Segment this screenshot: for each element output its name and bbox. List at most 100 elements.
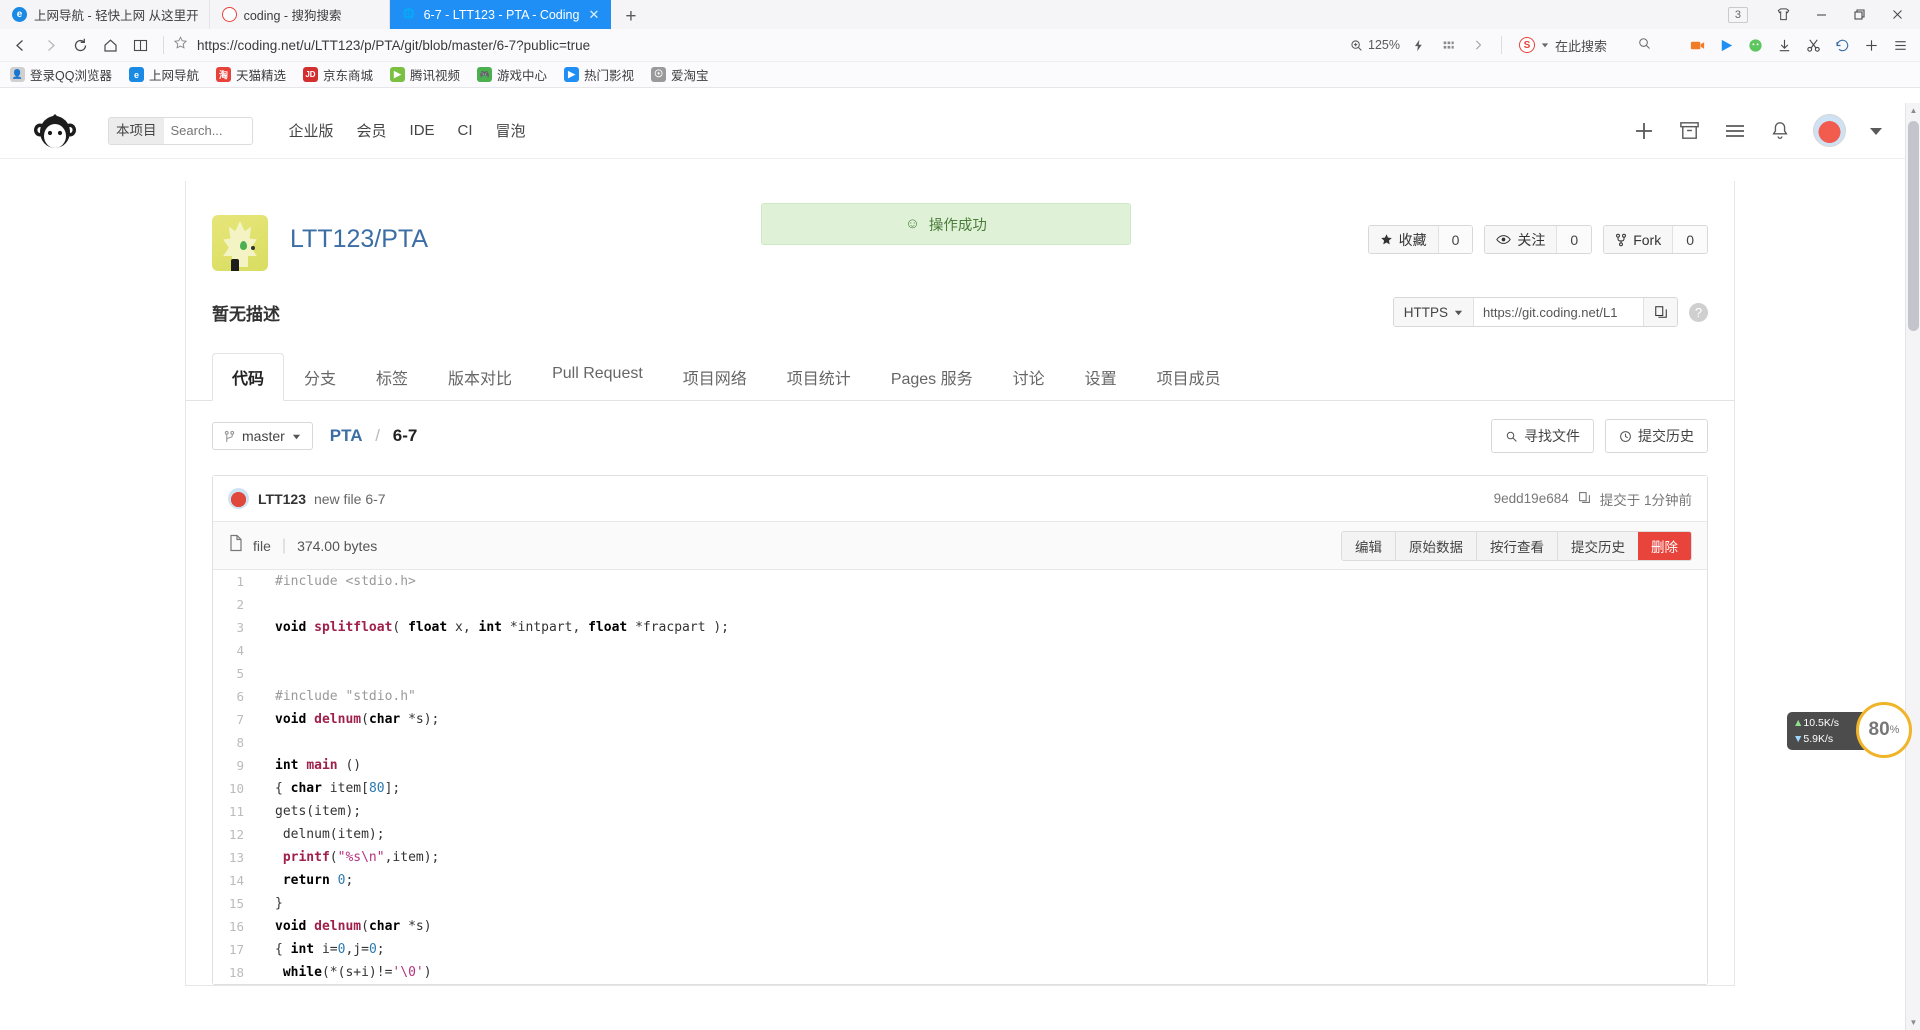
tab-tags[interactable]: 标签 xyxy=(356,353,428,401)
copy-icon[interactable] xyxy=(1578,491,1591,507)
menu-icon[interactable] xyxy=(1886,32,1914,58)
bookmark-game-center[interactable]: 🎮 游戏中心 xyxy=(477,65,547,84)
page-scrollbar[interactable]: ▲ ▼ xyxy=(1905,103,1920,1030)
bookmark-login-qq[interactable]: 👤 登录QQ浏览器 xyxy=(10,65,112,84)
browser-tab-title: 6-7 - LTT123 - PTA - Coding xyxy=(423,7,580,22)
tab-pages[interactable]: Pages 服务 xyxy=(871,353,993,401)
question-icon[interactable]: ? xyxy=(1689,302,1708,322)
search-icon[interactable] xyxy=(1637,36,1652,54)
search-input[interactable] xyxy=(163,123,252,138)
forward-icon[interactable] xyxy=(36,32,64,58)
watch-button-group[interactable]: 关注 0 xyxy=(1484,225,1593,254)
code-viewer[interactable]: 1 #include <stdio.h> 2 3 void splitfloat( fl… xyxy=(213,570,1707,984)
close-icon[interactable]: ✕ xyxy=(586,7,601,23)
maximize-button[interactable] xyxy=(1840,0,1878,29)
commit-history-button[interactable]: 提交历史 xyxy=(1605,419,1708,453)
copy-icon[interactable] xyxy=(1643,298,1677,326)
browser-tab-2[interactable]: 🌐 6-7 - LTT123 - PTA - Coding ✕ xyxy=(389,0,612,29)
scroll-down-arrow[interactable]: ▼ xyxy=(1906,1015,1920,1030)
star-button-group[interactable]: 收藏 0 xyxy=(1367,225,1474,254)
find-file-button[interactable]: 寻找文件 xyxy=(1491,419,1594,453)
line-number: 4 xyxy=(236,643,244,658)
nav-enterprise[interactable]: 企业版 xyxy=(289,120,334,141)
repo-title[interactable]: LTT123/PTA xyxy=(290,225,428,254)
breadcrumb-root[interactable]: PTA xyxy=(330,426,363,445)
plus-icon[interactable] xyxy=(1632,119,1656,143)
bookmark-tmall[interactable]: 淘 天猫精选 xyxy=(215,65,286,84)
minimize-button[interactable] xyxy=(1802,0,1840,29)
search-scope-label[interactable]: 本项目 xyxy=(109,117,164,144)
nav-ide[interactable]: IDE xyxy=(410,122,435,139)
bookmark-itaobao[interactable]: ☉ 爱淘宝 xyxy=(651,65,709,84)
tab-pull-request[interactable]: Pull Request xyxy=(532,353,663,401)
blame-button[interactable]: 按行查看 xyxy=(1476,531,1557,560)
star-icon[interactable] xyxy=(173,35,188,55)
reader-icon[interactable] xyxy=(126,32,154,58)
lightning-icon[interactable] xyxy=(1404,32,1432,58)
browser-toolbar: https://coding.net/u/LTT123/p/PTA/git/bl… xyxy=(0,29,1920,62)
tab-members[interactable]: 项目成员 xyxy=(1137,353,1241,401)
scrollbar-thumb[interactable] xyxy=(1908,121,1919,331)
scissors-icon[interactable] xyxy=(1799,32,1827,58)
tab-statistics[interactable]: 项目统计 xyxy=(767,353,871,401)
commit-author[interactable]: LTT123 xyxy=(258,491,306,507)
bell-icon[interactable] xyxy=(1769,120,1791,142)
branch-selector[interactable]: master xyxy=(212,422,313,450)
archive-icon[interactable] xyxy=(1678,119,1701,142)
list-icon[interactable] xyxy=(1723,119,1747,143)
reload-icon[interactable] xyxy=(66,32,94,58)
site-search[interactable]: 本项目 xyxy=(108,116,253,145)
address-bar[interactable]: https://coding.net/u/LTT123/p/PTA/git/bl… xyxy=(173,35,1347,55)
file-history-button[interactable]: 提交历史 xyxy=(1557,531,1638,560)
bookmark-hot-movies[interactable]: ▶ 热门影视 xyxy=(564,65,634,84)
browser-tab-0[interactable]: e 上网导航 - 轻快上网 从这里开 xyxy=(0,0,210,29)
tab-compare[interactable]: 版本对比 xyxy=(428,353,532,401)
tab-code[interactable]: 代码 xyxy=(212,353,285,401)
delete-button[interactable]: 删除 xyxy=(1638,531,1691,560)
fork-label: Fork xyxy=(1633,231,1662,248)
avatar[interactable] xyxy=(1813,114,1846,147)
watch-button[interactable]: 关注 xyxy=(1485,226,1557,253)
tshirt-icon[interactable] xyxy=(1764,0,1802,29)
new-tab-button[interactable]: + xyxy=(611,7,650,29)
branch-name: master xyxy=(242,428,285,444)
bookmark-tencent-video[interactable]: ▶ 腾讯视频 xyxy=(390,65,460,84)
tab-settings[interactable]: 设置 xyxy=(1065,353,1137,401)
nav-ci[interactable]: CI xyxy=(458,122,473,139)
clone-protocol-select[interactable]: HTTPS xyxy=(1393,298,1473,326)
chevron-right-icon[interactable] xyxy=(1464,32,1492,58)
chevron-down-icon[interactable] xyxy=(1868,123,1884,139)
edit-button[interactable]: 编辑 xyxy=(1342,531,1395,560)
accelerator-ball[interactable]: 80% xyxy=(1856,702,1912,758)
commit-hash[interactable]: 9edd19e684 xyxy=(1494,491,1569,506)
add-icon[interactable] xyxy=(1857,32,1885,58)
browser-tab-1[interactable]: S coding - 搜狗搜索 xyxy=(210,0,390,29)
bookmark-label: 登录QQ浏览器 xyxy=(30,69,112,83)
coding-monkey-logo[interactable] xyxy=(32,108,78,154)
globe-icon: ☉ xyxy=(651,67,667,82)
history-icon[interactable] xyxy=(1828,32,1856,58)
nav-bubble[interactable]: 冒泡 xyxy=(496,120,526,141)
wechat-icon[interactable] xyxy=(1741,32,1769,58)
video-icon[interactable] xyxy=(1683,32,1711,58)
star-button[interactable]: 收藏 xyxy=(1368,226,1438,253)
fork-button-group[interactable]: Fork 0 xyxy=(1603,225,1708,254)
player-icon[interactable] xyxy=(1712,32,1740,58)
tab-branches[interactable]: 分支 xyxy=(284,353,356,401)
nav-member[interactable]: 会员 xyxy=(357,120,387,141)
close-button[interactable] xyxy=(1878,0,1916,29)
back-icon[interactable] xyxy=(6,32,34,58)
scroll-up-arrow[interactable]: ▲ xyxy=(1906,103,1920,118)
fork-button[interactable]: Fork xyxy=(1604,226,1673,253)
bookmark-jd[interactable]: JD 京东商城 xyxy=(302,65,373,84)
home-icon[interactable] xyxy=(96,32,124,58)
apps-grid-icon[interactable] xyxy=(1434,32,1462,58)
download-icon[interactable] xyxy=(1770,32,1798,58)
tab-discussion[interactable]: 讨论 xyxy=(993,353,1065,401)
zoom-indicator[interactable]: 125% xyxy=(1349,38,1400,53)
tab-network[interactable]: 项目网络 xyxy=(663,353,767,401)
bookmark-nav[interactable]: e 上网导航 xyxy=(128,65,199,84)
raw-data-button[interactable]: 原始数据 xyxy=(1395,531,1476,560)
browser-search-box[interactable]: S 在此搜索 xyxy=(1511,36,1681,55)
clone-url-input[interactable]: https://git.coding.net/L1 xyxy=(1473,298,1643,326)
